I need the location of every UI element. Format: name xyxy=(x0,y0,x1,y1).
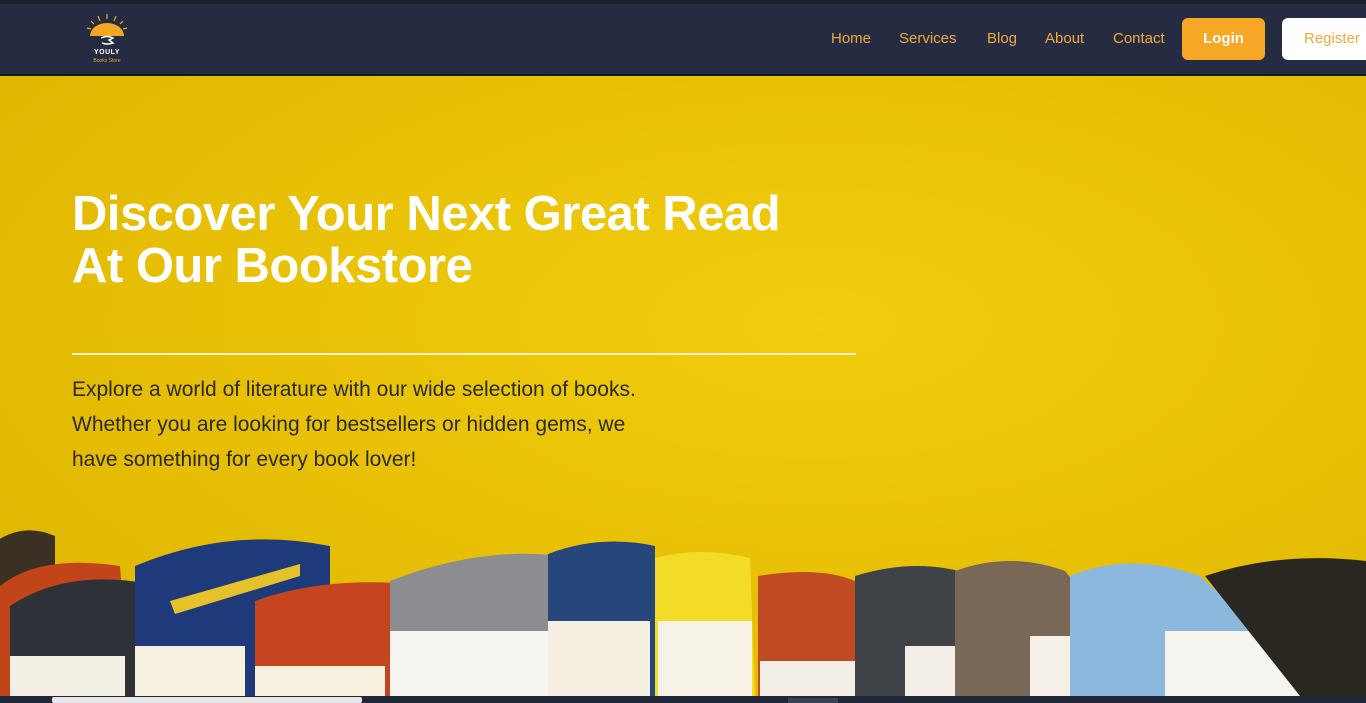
nav-link-services[interactable]: Services xyxy=(899,30,957,47)
hero-divider xyxy=(72,353,856,355)
nav-link-contact[interactable]: Contact xyxy=(1113,30,1165,47)
brand-tagline: Books Store xyxy=(93,58,121,64)
nav-link-blog[interactable]: Blog xyxy=(987,30,1017,47)
scrollbar-marker xyxy=(788,698,838,703)
books-row-image xyxy=(0,530,1366,696)
hero-title-line-1: Discover Your Next Great Read xyxy=(72,187,781,241)
nav-link-about[interactable]: About xyxy=(1045,30,1084,47)
horizontal-scrollbar-thumb[interactable] xyxy=(52,697,362,703)
sun-logo-icon xyxy=(86,14,128,45)
login-button[interactable]: Login xyxy=(1182,18,1265,60)
hero-title: Discover Your Next Great Read At Our Boo… xyxy=(72,188,892,292)
nav-link-home[interactable]: Home xyxy=(831,30,871,47)
brand-logo[interactable]: YOULY Books Store xyxy=(82,12,132,70)
brand-name: YOULY xyxy=(94,49,120,56)
navbar: YOULY Books Store Home Services Blog Abo… xyxy=(0,4,1366,76)
hero-description: Explore a world of literature with our w… xyxy=(72,378,636,471)
hero-title-line-2: At Our Bookstore xyxy=(72,239,473,293)
register-button[interactable]: Register xyxy=(1282,18,1366,60)
hero-section: Discover Your Next Great Read At Our Boo… xyxy=(0,76,1366,696)
